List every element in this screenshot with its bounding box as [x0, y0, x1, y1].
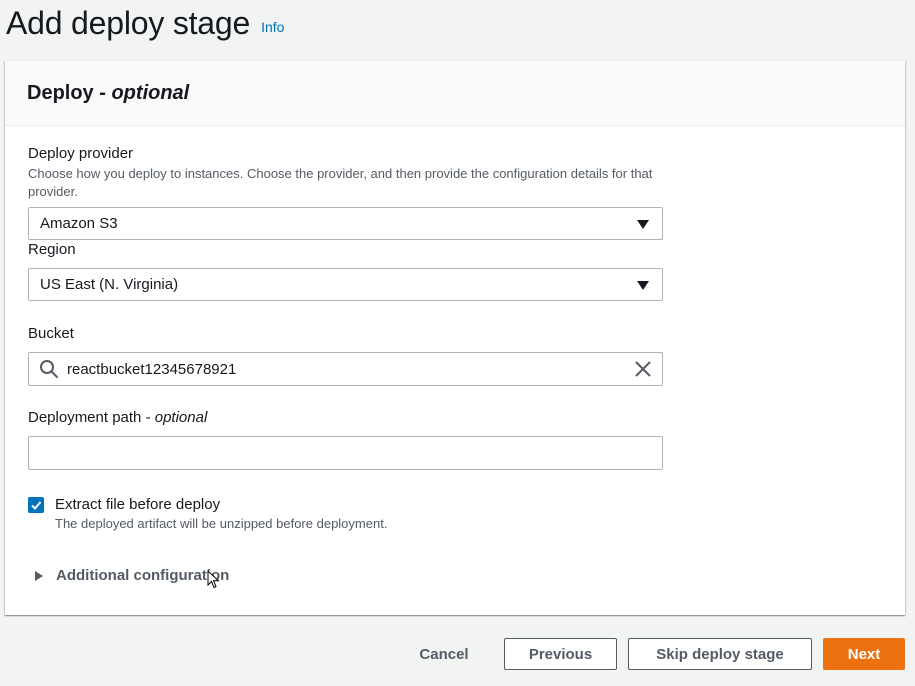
- deploy-panel: Deploy - optional Deploy provider Choose…: [5, 60, 905, 615]
- skip-deploy-stage-button[interactable]: Skip deploy stage: [628, 638, 812, 670]
- deploy-provider-field: Deploy provider Choose how you deploy to…: [28, 144, 663, 240]
- region-value: US East (N. Virginia): [40, 276, 179, 293]
- deploy-provider-description: Choose how you deploy to instances. Choo…: [28, 166, 653, 199]
- deployment-path-field: Deployment path - optional: [28, 408, 663, 470]
- bucket-search-input[interactable]: reactbucket12345678921: [28, 352, 663, 386]
- deployment-path-label: Deployment path - optional: [28, 409, 208, 426]
- deploy-provider-label: Deploy provider: [28, 145, 134, 162]
- panel-title-text: Deploy: [27, 81, 94, 104]
- bucket-label: Bucket: [28, 325, 74, 342]
- deployment-path-optional: optional: [154, 409, 208, 426]
- panel-header: Deploy - optional: [5, 61, 905, 126]
- mouse-cursor-icon: [207, 570, 220, 589]
- panel-title-optional: optional: [111, 81, 190, 104]
- region-select[interactable]: US East (N. Virginia): [28, 268, 663, 301]
- clear-icon[interactable]: [634, 360, 652, 378]
- deployment-path-label-text: Deployment path: [28, 409, 142, 426]
- next-button[interactable]: Next: [823, 638, 905, 670]
- region-label: Region: [28, 241, 76, 258]
- checkmark-icon: [31, 501, 42, 510]
- additional-configuration-expander[interactable]: Additional configuration: [35, 567, 229, 584]
- page-title: Add deploy stage: [6, 5, 251, 41]
- caret-right-icon: [35, 570, 43, 581]
- deploy-provider-value: Amazon S3: [40, 215, 118, 232]
- extract-checkbox[interactable]: [28, 497, 44, 513]
- wizard-footer: Cancel Previous Skip deploy stage Next: [400, 638, 905, 670]
- search-icon: [40, 360, 58, 378]
- previous-button[interactable]: Previous: [504, 638, 617, 670]
- deploy-provider-select[interactable]: Amazon S3: [28, 207, 663, 240]
- bucket-field: Bucket reactbucket12345678921: [28, 324, 663, 386]
- info-link[interactable]: Info: [261, 19, 284, 35]
- additional-configuration-label: Additional configuration: [56, 567, 230, 584]
- panel-title: Deploy - optional: [27, 81, 190, 104]
- region-field: Region US East (N. Virginia): [28, 240, 663, 301]
- deployment-path-input[interactable]: [28, 436, 663, 470]
- extract-label: Extract file before deploy: [55, 496, 221, 513]
- bucket-value: reactbucket12345678921: [67, 360, 237, 378]
- page-header: Add deploy stage Info: [6, 0, 284, 46]
- cancel-button[interactable]: Cancel: [400, 638, 488, 670]
- caret-down-icon: [637, 220, 649, 229]
- extract-description: The deployed artifact will be unzipped b…: [55, 516, 388, 531]
- extract-text: Extract file before deploy The deployed …: [55, 495, 387, 533]
- caret-down-icon: [637, 281, 649, 290]
- extract-option: Extract file before deploy The deployed …: [28, 495, 387, 533]
